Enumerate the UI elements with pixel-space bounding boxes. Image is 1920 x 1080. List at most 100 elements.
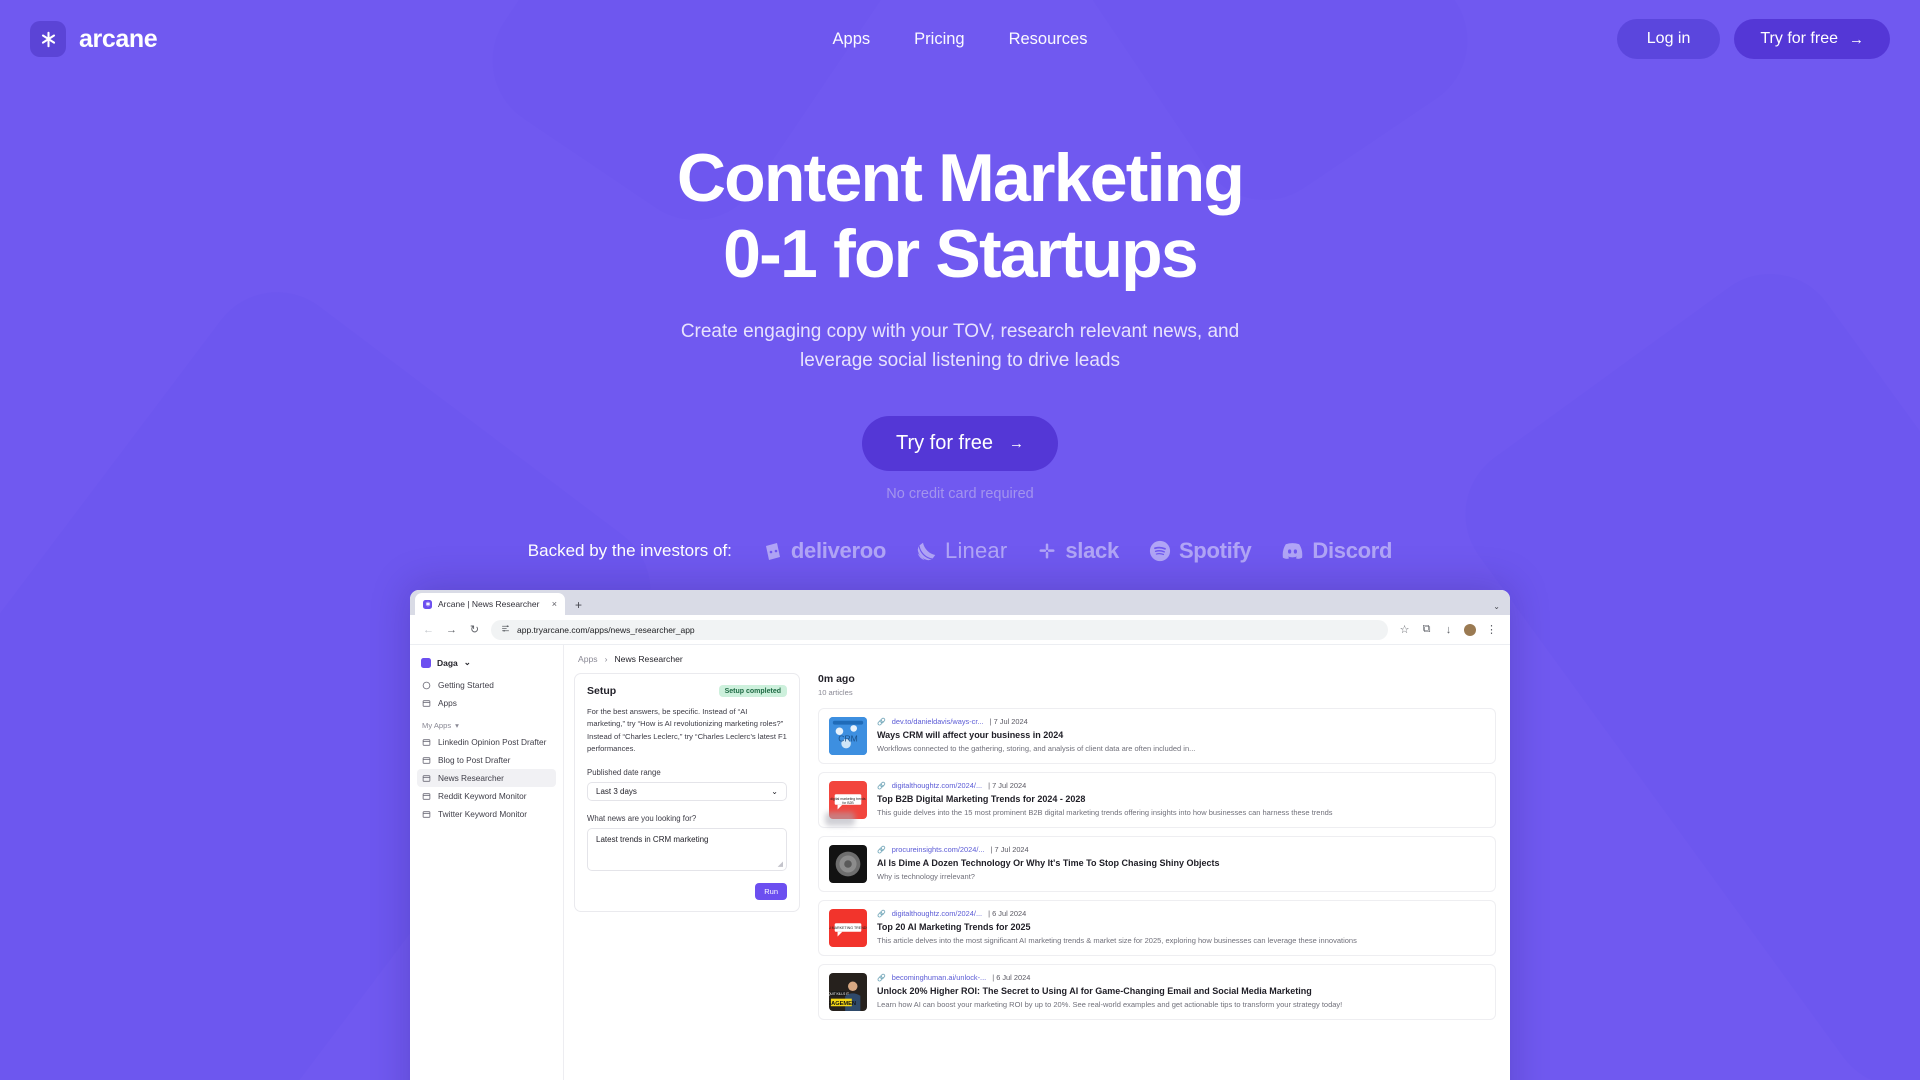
chevron-down-icon: ⌄ — [463, 657, 471, 668]
browser-toolbar: ← → ↻ app.tryarcane.com/apps/news_resear… — [410, 615, 1510, 646]
browser-menu-icon[interactable]: ⋮ — [1485, 623, 1498, 636]
link-icon: 🔗 — [877, 718, 886, 726]
brand-logo[interactable]: arcane — [30, 21, 158, 57]
sidebar-group-my-apps[interactable]: My Apps ▾ — [417, 712, 556, 733]
article-title: Ways CRM will affect your business in 20… — [877, 730, 1064, 741]
sidebar-item-apps[interactable]: Apps — [417, 694, 556, 712]
article-card[interactable]: AI MARKETING TRENDS 🔗 digitalthoughtz.co… — [818, 900, 1496, 957]
setup-title: Setup — [587, 685, 617, 698]
nav-link-pricing[interactable]: Pricing — [914, 30, 964, 49]
new-tab-icon[interactable]: + — [575, 598, 582, 612]
news-query-input[interactable]: Latest trends in CRM marketing ◢ — [587, 828, 787, 872]
setup-panel: Setup Setup completed For the best answe… — [574, 673, 800, 913]
investors-row: Backed by the investors of: deliveroo Li… — [0, 538, 1920, 564]
brand-name: arcane — [79, 24, 158, 53]
sidebar-item-news-researcher[interactable]: News Researcher — [417, 769, 556, 788]
forward-icon[interactable]: → — [445, 624, 458, 636]
sidebar-item-reddit-keyword-monitor[interactable]: Reddit Keyword Monitor — [417, 787, 556, 805]
article-source[interactable]: procureinsights.com/2024/... — [892, 845, 985, 854]
status-badge: Setup completed — [718, 685, 787, 698]
article-card[interactable]: QUIT KILLS IT GAGEMEN 🔗 becominghuman.ai/… — [818, 964, 1496, 1021]
sidebar-item-getting-started[interactable]: Getting Started — [417, 676, 556, 694]
article-description: Why is technology irrelevant? — [877, 872, 975, 882]
close-icon[interactable]: × — [552, 599, 557, 609]
article-source[interactable]: digitalthoughtz.com/2024/... — [892, 781, 982, 790]
article-meta: 🔗 digitalthoughtz.com/2024/... | 7 Jul 2… — [877, 781, 1485, 790]
sidebar-item-linkedin-opinion-post-drafter[interactable]: Linkedin Opinion Post Drafter — [417, 733, 556, 751]
article-card[interactable]: CRM 🔗 dev.to/danieldavis/ways-cr... | 7 … — [818, 708, 1496, 765]
hero-try-for-free-button[interactable]: Try for free → — [861, 416, 1059, 472]
browser-tab[interactable]: Arcane | News Researcher × — [415, 593, 565, 616]
link-icon: 🔗 — [877, 974, 886, 982]
article-thumbnail: AI MARKETING TRENDS — [829, 909, 867, 948]
run-button[interactable]: Run — [755, 883, 787, 901]
nav-link-resources[interactable]: Resources — [1009, 30, 1088, 49]
logo-label: Discord — [1312, 538, 1393, 564]
article-card[interactable]: digital marketing trends for B2B 🔗 digita… — [818, 772, 1496, 829]
arrow-right-icon: → — [1009, 435, 1025, 453]
article-date: | 6 Jul 2024 — [988, 909, 1027, 919]
chevron-down-icon[interactable]: ⌄ — [1493, 602, 1500, 611]
article-meta: 🔗 digitalthoughtz.com/2024/... | 6 Jul 2… — [877, 909, 1485, 918]
reload-icon[interactable]: ↻ — [468, 623, 481, 636]
avatar[interactable] — [1464, 623, 1476, 636]
back-icon[interactable]: ← — [422, 624, 435, 636]
app-panes: Setup Setup completed For the best answe… — [564, 673, 1510, 1080]
svg-text:GAGEMEN: GAGEMEN — [829, 1001, 856, 1007]
bookmark-star-icon[interactable]: ☆ — [1398, 623, 1411, 636]
breadcrumb-root[interactable]: Apps — [578, 654, 598, 664]
article-source[interactable]: digitalthoughtz.com/2024/... — [892, 909, 982, 918]
no-credit-card-note: No credit card required — [886, 486, 1034, 503]
sidebar-item-label: Linkedin Opinion Post Drafter — [438, 737, 547, 748]
news-query-value: Latest trends in CRM marketing — [596, 835, 709, 845]
resize-grip-icon[interactable]: ◢ — [778, 860, 783, 868]
sidebar-item-label: Apps — [438, 698, 457, 709]
results-timestamp: 0m ago — [818, 673, 855, 686]
article-card[interactable]: 🔗 procureinsights.com/2024/... | 7 Jul 2… — [818, 836, 1496, 893]
article-body: 🔗 dev.to/danieldavis/ways-cr... | 7 Jul … — [877, 717, 1485, 753]
article-description: This article delves into the most signif… — [877, 936, 1357, 946]
article-thumbnail: digital marketing trends for B2B — [829, 781, 867, 820]
sidebar-item-twitter-keyword-monitor[interactable]: Twitter Keyword Monitor — [417, 805, 556, 823]
browser-tabstrip: Arcane | News Researcher × + ⌄ — [410, 590, 1510, 616]
article-body: 🔗 procureinsights.com/2024/... | 7 Jul 2… — [877, 845, 1485, 881]
published-date-range-select[interactable]: Last 3 days ⌄ — [587, 782, 787, 802]
extensions-icon[interactable]: ⧉ — [1420, 623, 1433, 636]
tab-favicon-icon — [423, 599, 432, 609]
address-bar[interactable]: app.tryarcane.com/apps/news_researcher_a… — [491, 619, 1388, 640]
nav-link-apps[interactable]: Apps — [833, 30, 871, 49]
nav-actions: Log in Try for free → — [1616, 19, 1890, 59]
sidebar-group-label: My Apps — [422, 721, 452, 731]
workspace-switcher[interactable]: Daga ⌄ — [417, 654, 556, 676]
svg-text:QUIT KILLS IT: QUIT KILLS IT — [829, 992, 849, 996]
logo-discord: Discord — [1281, 538, 1393, 564]
workspace-name: Daga — [437, 657, 458, 668]
circle-icon — [422, 681, 431, 689]
results-panel: 0m ago 10 articles CRM 🔗 dev.to/danielda… — [800, 673, 1510, 1080]
article-body: 🔗 becominghuman.ai/unlock-... | 6 Jul 20… — [877, 973, 1485, 1009]
logo-label: deliveroo — [790, 538, 887, 564]
article-source[interactable]: becominghuman.ai/unlock-... — [892, 973, 987, 982]
nav-try-for-free-button[interactable]: Try for free → — [1734, 19, 1890, 59]
hero-cta-label: Try for free — [895, 432, 994, 455]
select-value: Last 3 days — [596, 787, 637, 797]
toolbar-actions: ☆ ⧉ ↓ ⋮ — [1398, 623, 1498, 636]
hero-title-line-1: Content Marketing — [676, 140, 1245, 216]
slack-icon — [1039, 543, 1055, 559]
folder-icon — [422, 756, 431, 764]
article-thumbnail: QUIT KILLS IT GAGEMEN — [829, 973, 867, 1012]
link-icon: 🔗 — [877, 910, 886, 918]
hero-section: Content Marketing 0-1 for Startups Creat… — [0, 78, 1920, 502]
sidebar-item-blog-to-post-drafter[interactable]: Blog to Post Drafter — [417, 751, 556, 769]
chevron-down-icon: ▾ — [455, 721, 459, 731]
folder-icon — [422, 738, 431, 746]
top-navigation: arcane Apps Pricing Resources Log in Try… — [0, 0, 1920, 78]
article-meta: 🔗 becominghuman.ai/unlock-... | 6 Jul 20… — [877, 973, 1485, 982]
download-icon[interactable]: ↓ — [1442, 624, 1455, 636]
svg-text:CRM: CRM — [838, 734, 857, 744]
sidebar-item-label: Reddit Keyword Monitor — [438, 791, 527, 802]
article-source[interactable]: dev.to/danieldavis/ways-cr... — [892, 717, 984, 726]
browser-mockup: Arcane | News Researcher × + ⌄ ← → ↻ app… — [410, 590, 1510, 1080]
login-button[interactable]: Log in — [1616, 19, 1721, 59]
investors-label: Backed by the investors of: — [527, 541, 732, 561]
